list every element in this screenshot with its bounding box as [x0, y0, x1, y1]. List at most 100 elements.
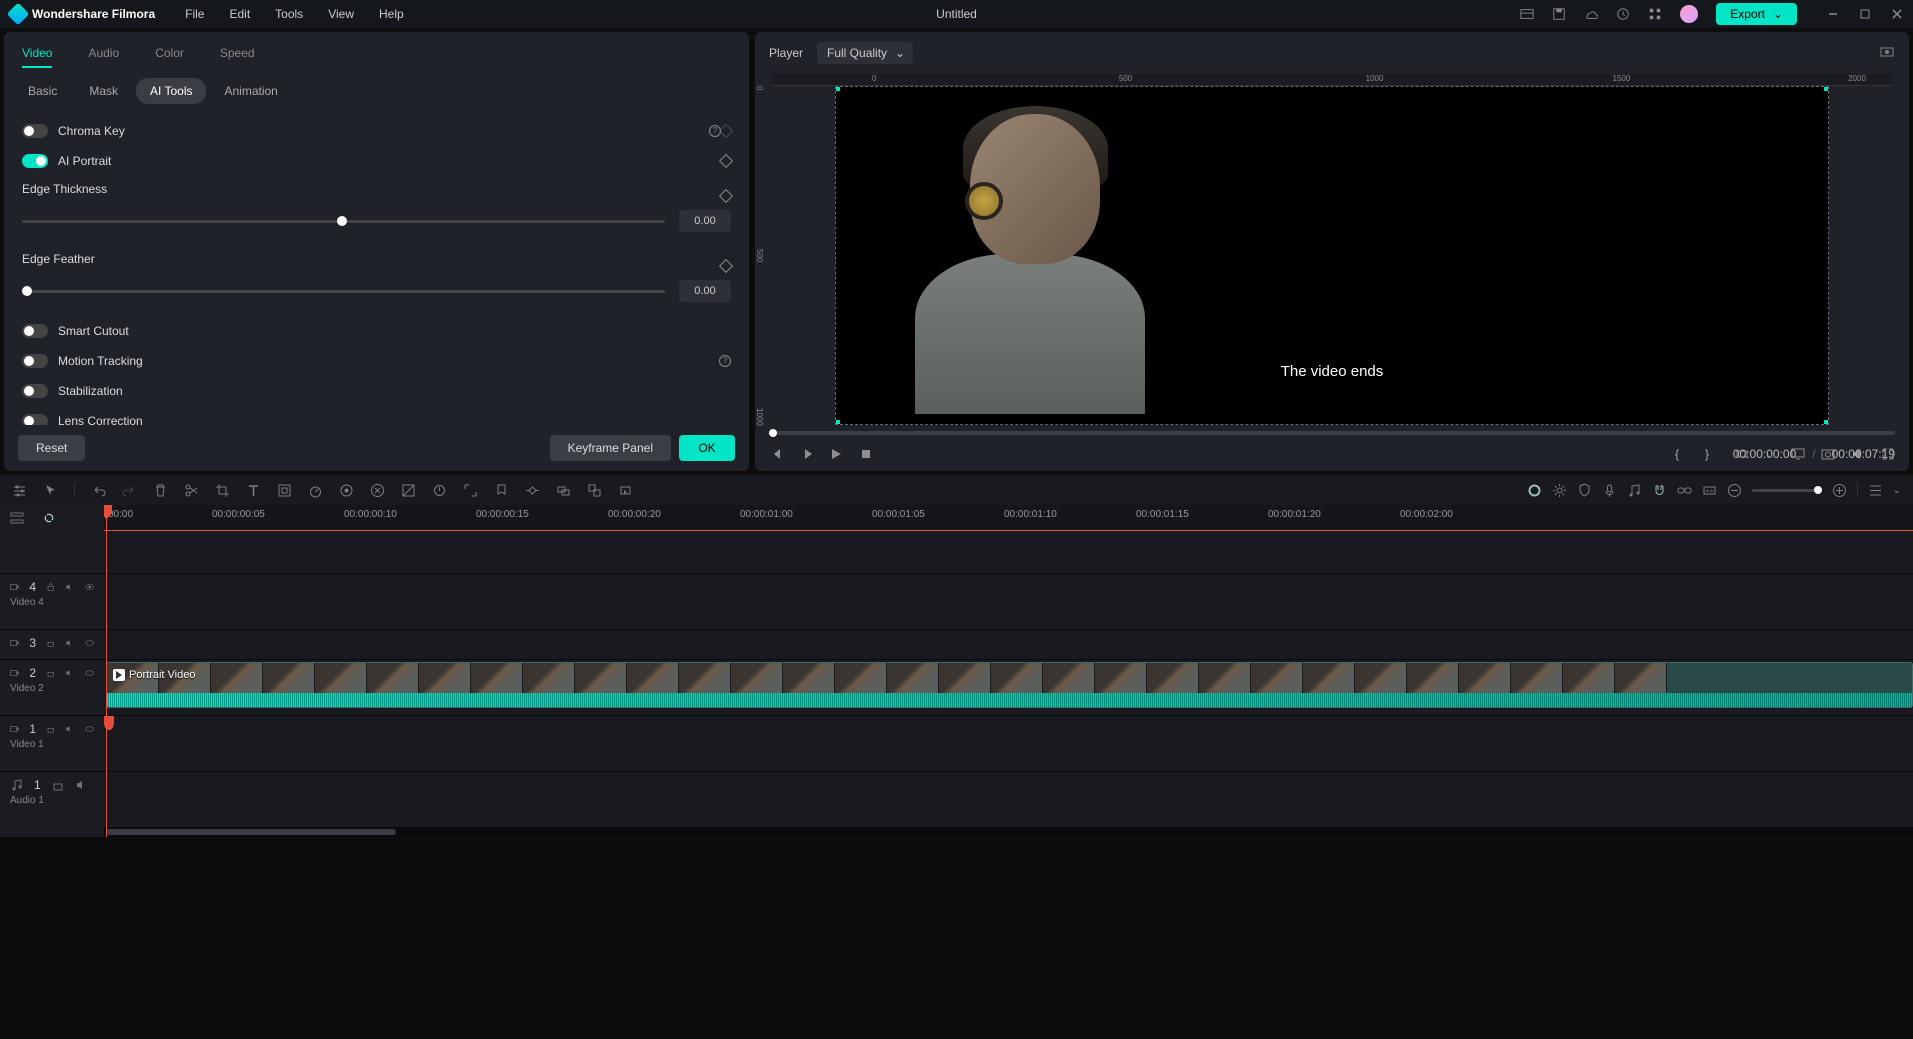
keyframe-diamond[interactable] — [719, 124, 733, 138]
lock-icon[interactable] — [46, 722, 55, 736]
tab-audio[interactable]: Audio — [88, 40, 119, 68]
maximize-icon[interactable] — [1859, 8, 1871, 20]
video-clip[interactable]: Portrait Video — [106, 662, 1913, 708]
detach-audio-icon[interactable] — [370, 483, 385, 498]
menu-tools[interactable]: Tools — [275, 7, 303, 21]
music-icon[interactable] — [1627, 483, 1642, 498]
subtab-mask[interactable]: Mask — [75, 78, 132, 104]
video-icon[interactable] — [10, 580, 19, 594]
preview-frame[interactable]: The video ends — [835, 86, 1829, 425]
zoom-out-icon[interactable] — [1727, 483, 1742, 498]
shield-icon[interactable] — [1577, 483, 1592, 498]
crop-zoom-icon[interactable] — [277, 483, 292, 498]
scrollbar-thumb[interactable] — [106, 829, 396, 835]
video-icon[interactable] — [10, 722, 19, 736]
subtab-basic[interactable]: Basic — [14, 78, 71, 104]
eye-icon[interactable] — [85, 636, 94, 650]
crop-icon[interactable] — [215, 483, 230, 498]
toggle-motion-tracking[interactable] — [22, 354, 48, 368]
toggle-ai-portrait[interactable] — [22, 154, 48, 168]
tab-video[interactable]: Video — [22, 40, 52, 68]
menu-view[interactable]: View — [328, 7, 354, 21]
eye-icon[interactable] — [85, 580, 94, 594]
chevron-down-icon[interactable]: ⌄ — [1893, 485, 1901, 496]
time-ruler[interactable]: 00:00 00:00:00:05 00:00:00:10 00:00:00:1… — [104, 505, 1913, 531]
toggle-smart-cutout[interactable] — [22, 324, 48, 338]
subtab-ai-tools[interactable]: AI Tools — [136, 78, 206, 104]
mute-icon[interactable] — [65, 636, 74, 650]
resize-handle[interactable] — [1824, 420, 1829, 425]
ratio-icon[interactable] — [1735, 447, 1749, 461]
video-icon[interactable] — [10, 636, 19, 650]
track-v1[interactable] — [104, 715, 1913, 771]
menu-edit[interactable]: Edit — [229, 7, 250, 21]
mute-icon[interactable] — [65, 666, 74, 680]
mic-icon[interactable] — [1602, 483, 1617, 498]
save-icon[interactable] — [1552, 7, 1566, 21]
resize-handle[interactable] — [835, 86, 840, 91]
toggle-stabilization[interactable] — [22, 384, 48, 398]
export-button[interactable]: Export ⌄ — [1716, 3, 1797, 25]
display-icon[interactable] — [1791, 447, 1805, 461]
marker-icon[interactable] — [494, 483, 509, 498]
keyframe-diamond[interactable] — [719, 189, 733, 203]
snapshot-icon[interactable] — [1821, 447, 1835, 461]
adjust-icon[interactable] — [12, 483, 27, 498]
tracks-area[interactable]: 00:00 00:00:00:05 00:00:00:10 00:00:00:1… — [104, 505, 1913, 837]
seek-thumb[interactable] — [769, 429, 777, 437]
tracks-icon[interactable] — [10, 511, 24, 525]
zoom-in-icon[interactable] — [1832, 483, 1847, 498]
lock-icon[interactable] — [46, 580, 55, 594]
quality-select[interactable]: Full Quality — [817, 42, 913, 64]
mute-icon[interactable] — [65, 580, 74, 594]
gear-icon[interactable] — [1552, 483, 1567, 498]
cloud-icon[interactable] — [1584, 7, 1598, 21]
group-icon[interactable] — [556, 483, 571, 498]
tab-color[interactable]: Color — [155, 40, 184, 68]
seekbar[interactable] — [769, 431, 1895, 435]
ok-button[interactable]: OK — [679, 435, 735, 461]
eye-icon[interactable] — [85, 722, 94, 736]
fullscreen-icon[interactable] — [1881, 447, 1895, 461]
audio-icon[interactable] — [10, 778, 24, 792]
layout-icon[interactable] — [1520, 7, 1534, 21]
mark-icon[interactable] — [432, 483, 447, 498]
apps-icon[interactable] — [1648, 7, 1662, 21]
keyframe-icon[interactable] — [525, 483, 540, 498]
slider-edge-feather[interactable] — [22, 290, 665, 293]
expand-icon[interactable] — [463, 483, 478, 498]
keyframe-panel-button[interactable]: Keyframe Panel — [550, 435, 671, 461]
render-icon[interactable] — [618, 483, 633, 498]
playhead[interactable] — [106, 505, 107, 837]
eye-icon[interactable] — [85, 666, 94, 680]
slider-edge-thickness[interactable] — [22, 220, 665, 223]
toggle-lens-correction[interactable] — [22, 414, 48, 425]
value-edge-feather[interactable]: 0.00 — [679, 280, 731, 302]
tab-speed[interactable]: Speed — [220, 40, 255, 68]
play-icon[interactable] — [829, 447, 843, 461]
menu-file[interactable]: File — [185, 7, 204, 21]
auto-ripple-icon[interactable] — [1527, 483, 1542, 498]
mark-in-icon[interactable]: { — [1675, 447, 1689, 461]
keyframe-diamond[interactable] — [719, 154, 733, 168]
mute-icon[interactable] — [75, 778, 89, 792]
link-icon[interactable] — [1677, 483, 1692, 498]
resize-handle[interactable] — [835, 420, 840, 425]
notification-icon[interactable] — [1616, 7, 1630, 21]
play-pause-icon[interactable] — [799, 447, 813, 461]
timeline-scrollbar[interactable] — [104, 827, 1913, 837]
prev-frame-icon[interactable] — [769, 447, 783, 461]
lock-icon[interactable] — [51, 778, 65, 792]
speed-icon[interactable] — [308, 483, 323, 498]
menu-help[interactable]: Help — [379, 7, 404, 21]
track-v2[interactable]: Portrait Video — [104, 659, 1913, 715]
track-a1[interactable] — [104, 771, 1913, 827]
color-icon[interactable] — [339, 483, 354, 498]
undo-icon[interactable] — [91, 483, 106, 498]
value-edge-thickness[interactable]: 0.00 — [679, 210, 731, 232]
delete-icon[interactable] — [153, 483, 168, 498]
mark-out-icon[interactable]: } — [1705, 447, 1719, 461]
select-icon[interactable] — [43, 483, 58, 498]
redo-icon[interactable] — [122, 483, 137, 498]
keyframe-diamond[interactable] — [719, 259, 733, 273]
